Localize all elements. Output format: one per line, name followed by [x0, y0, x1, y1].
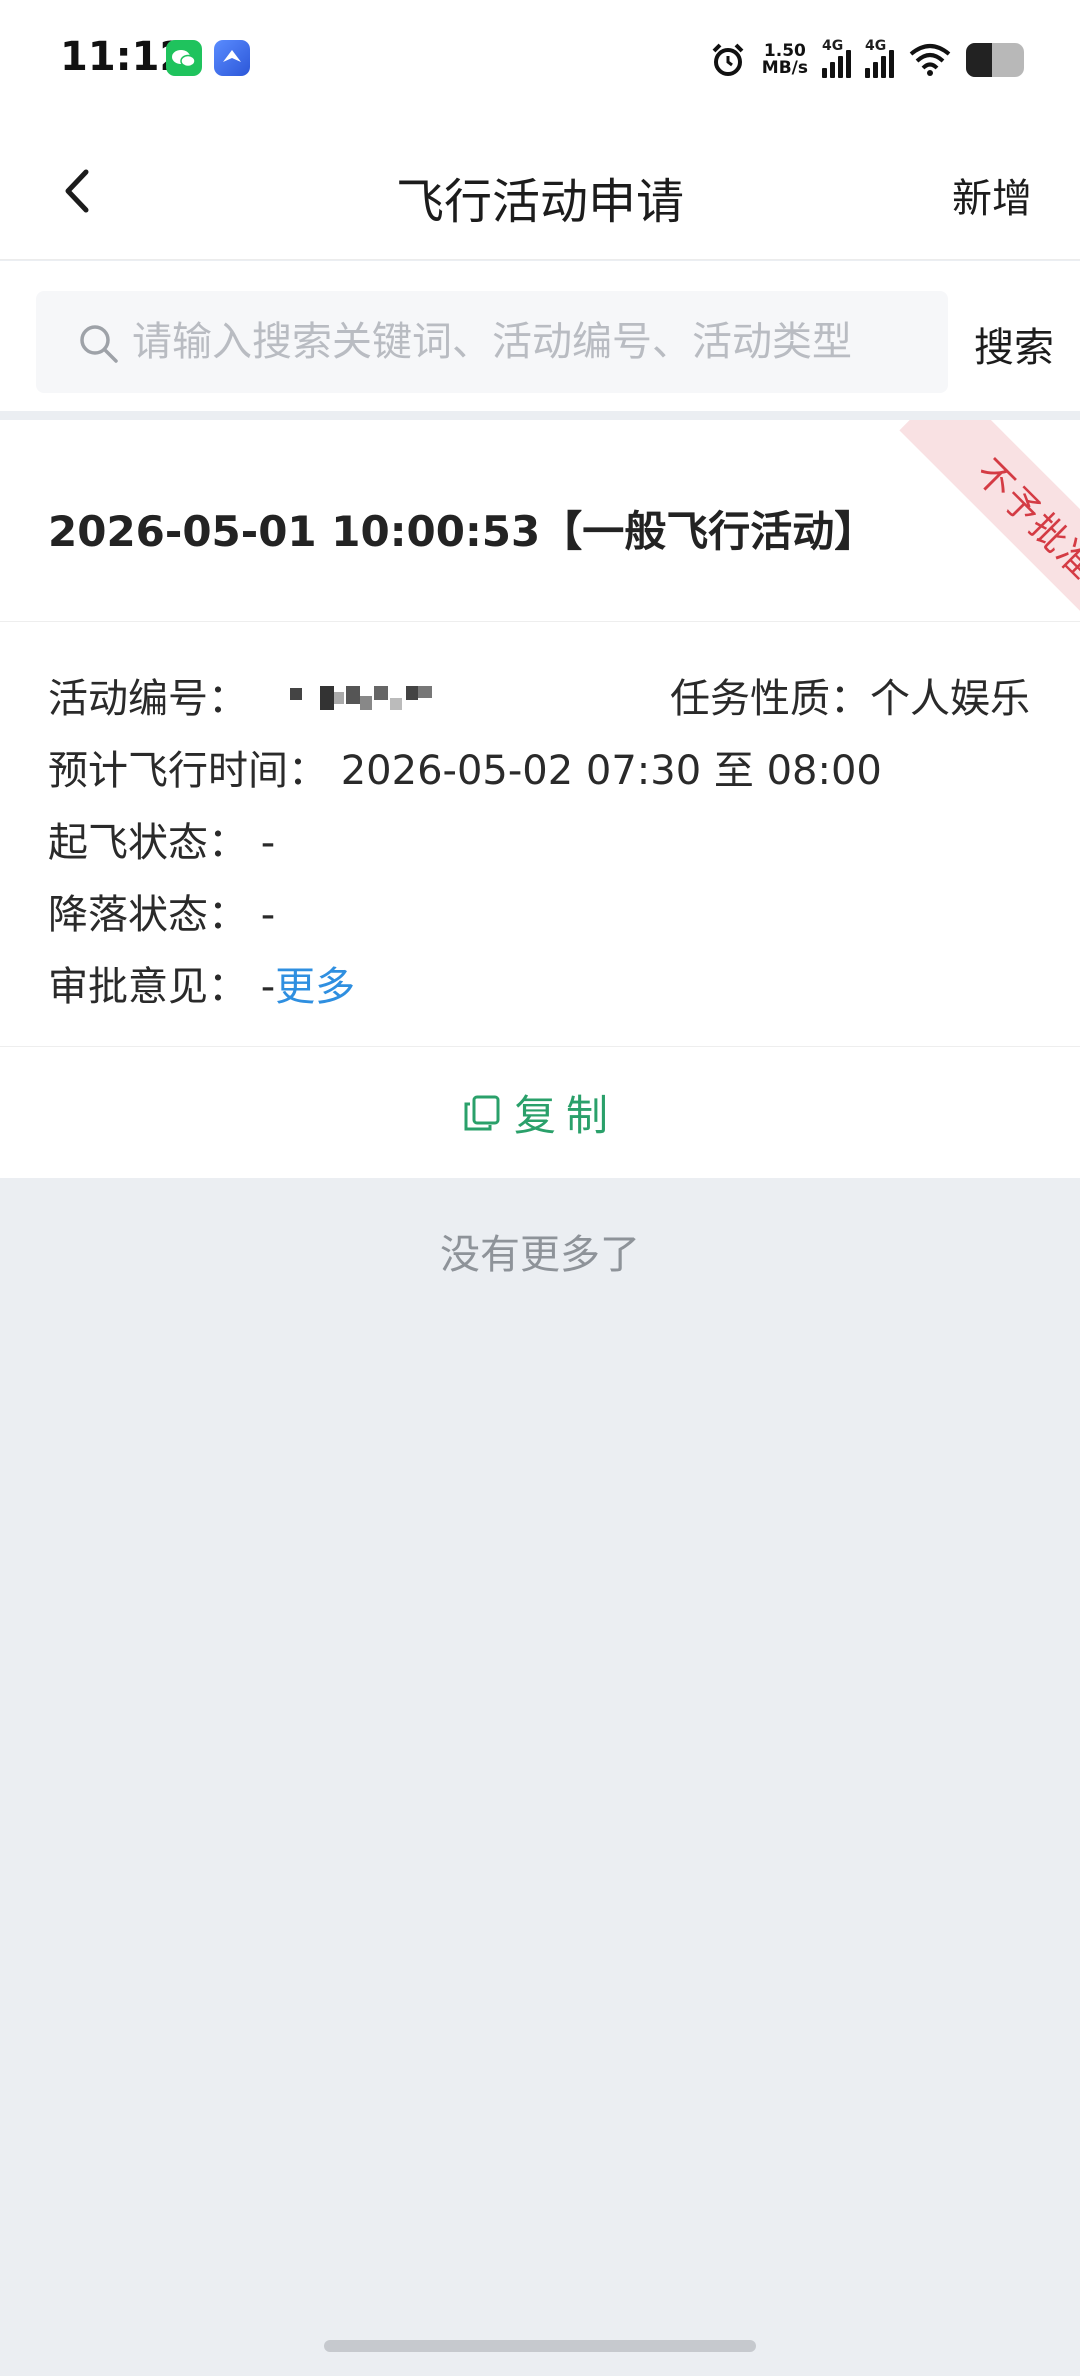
- landing-status: 降落状态： -: [48, 882, 275, 940]
- approval-opinion: 审批意见： -更多: [48, 954, 355, 1012]
- takeoff-status-value: -: [260, 820, 276, 866]
- planned-time-label: 预计飞行时间：: [48, 748, 328, 794]
- takeoff-status: 起飞状态： -: [48, 810, 275, 868]
- copy-button[interactable]: 复制: [0, 1046, 1080, 1178]
- approval-opinion-label: 审批意见：: [48, 964, 248, 1010]
- card-fields: 活动编号： 任务性质：个人娱乐 预计飞行时间： 2026-05-02 07:30…: [0, 622, 1080, 1046]
- activity-id-label: 活动编号：: [48, 676, 248, 722]
- redacted-activity-id: [290, 686, 432, 710]
- landing-status-label: 降落状态：: [48, 892, 248, 938]
- task-nature: 任务性质：个人娱乐: [670, 666, 1030, 724]
- search-bar: 搜索: [0, 261, 1080, 411]
- planned-time: 预计飞行时间： 2026-05-02 07:30 至 08:00: [48, 738, 882, 796]
- status-indicators: 1.50 MB/s 4G 4G: [708, 38, 1024, 82]
- copy-label: 复制: [513, 1091, 618, 1140]
- app-screen: 11:12 1.50 MB/s 4G 4G 飞行活动申请 新增 请输入搜索关键词…: [0, 0, 1080, 2376]
- battery-icon: [966, 43, 1024, 77]
- search-box[interactable]: [36, 291, 948, 393]
- net-speed: 1.50 MB/s: [761, 41, 808, 78]
- task-nature-label: 任务性质：: [670, 676, 870, 722]
- signal-icon: 4G: [822, 38, 851, 78]
- landing-status-value: -: [260, 892, 276, 938]
- planned-time-value: 2026-05-02 07:30 至 08:00: [340, 748, 882, 794]
- status-stamp-label: 不予批准: [967, 452, 1080, 589]
- search-button[interactable]: 搜索: [974, 315, 1054, 373]
- app-icon: [214, 40, 250, 76]
- application-card[interactable]: 2026-05-01 10:00:53【一般飞行活动】 不予批准 活动编号： 任…: [0, 420, 1080, 1178]
- search-input[interactable]: [132, 291, 932, 393]
- alarm-icon: [712, 43, 744, 76]
- task-nature-value: 个人娱乐: [870, 676, 1030, 722]
- add-button[interactable]: 新增: [952, 166, 1032, 224]
- nav-bar: 飞行活动申请 新增: [0, 120, 1080, 260]
- home-indicator[interactable]: [324, 2340, 756, 2352]
- page-title: 飞行活动申请: [395, 174, 684, 230]
- search-icon: [80, 325, 118, 363]
- copy-icon: [464, 1095, 500, 1130]
- card-title: 2026-05-01 10:00:53【一般飞行活动】: [48, 507, 877, 556]
- wifi-icon: [909, 44, 951, 76]
- takeoff-status-label: 起飞状态：: [48, 820, 248, 866]
- list-end-text: 没有更多了: [440, 1232, 640, 1278]
- card-header: 2026-05-01 10:00:53【一般飞行活动】 不予批准: [0, 420, 1080, 630]
- more-link[interactable]: 更多: [275, 964, 355, 1010]
- signal-icon: 4G: [865, 38, 894, 78]
- approval-opinion-value: -: [260, 964, 276, 1010]
- wechat-icon: [166, 40, 202, 76]
- status-bar: 11:12 1.50 MB/s 4G 4G: [0, 0, 1080, 120]
- status-stamp: 不予批准: [870, 420, 1080, 630]
